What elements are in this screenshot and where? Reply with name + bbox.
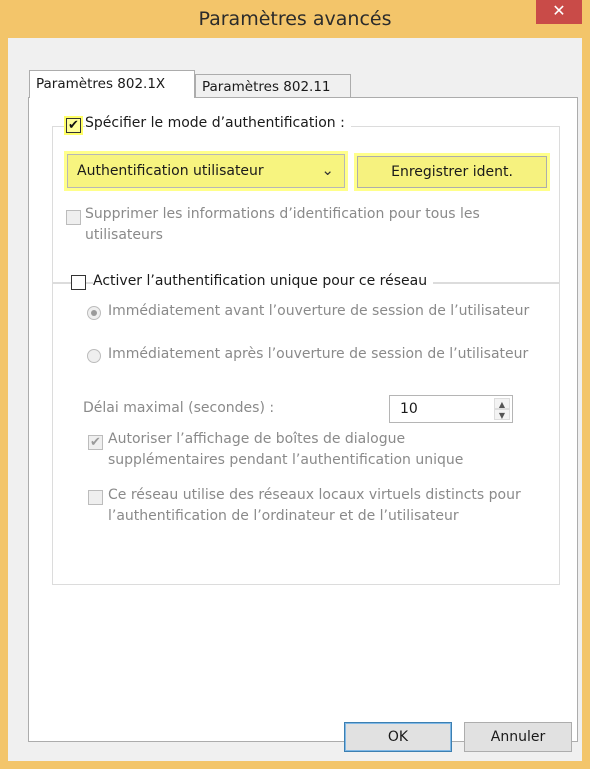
radio-before-logon-label: Immédiatement avant l’ouverture de sessi… (108, 303, 530, 319)
title-bar[interactable]: Paramètres avancés ✕ (0, 0, 590, 38)
close-button[interactable]: ✕ (536, 0, 582, 24)
specify-mode-label: Spécifier le mode d’authentification : (85, 115, 351, 131)
spin-up-icon[interactable]: ▲ (494, 398, 510, 409)
enable-sso-label: Activer l’authentification unique pour c… (93, 273, 434, 289)
window-title: Paramètres avancés (198, 8, 392, 30)
tab-802-1x-settings[interactable]: Paramètres 802.1X (29, 70, 195, 98)
auth-mode-select-value: Authentification utilisateur (77, 163, 264, 179)
delete-credentials-label-line1: Supprimer les informations d’identificat… (85, 206, 480, 222)
max-delay-label: Délai maximal (secondes) : (83, 400, 275, 416)
delete-credentials-checkbox[interactable] (66, 210, 81, 225)
allow-dialogs-label-line1: Autoriser l’affichage de boîtes de dialo… (108, 431, 406, 447)
cancel-button[interactable]: Annuler (464, 722, 572, 752)
vlan-label-line2: l’authentification de l’ordinateur et de… (108, 508, 459, 524)
ok-button[interactable]: OK (344, 722, 452, 752)
spin-down-icon[interactable]: ▼ (494, 409, 510, 420)
tab-802-11-settings[interactable]: Paramètres 802.11 (195, 74, 351, 98)
max-delay-spinbox[interactable]: 10 ▲ ▼ (389, 395, 513, 423)
enable-sso-checkbox[interactable] (71, 275, 86, 290)
dialog-window: Paramètres avancés ✕ Paramètres 802.1X P… (0, 0, 590, 769)
close-icon: ✕ (552, 1, 566, 20)
vlan-label-line1: Ce réseau utilise des réseaux locaux vir… (108, 487, 521, 503)
vlan-checkbox[interactable] (88, 490, 103, 505)
allow-dialogs-checkbox[interactable]: ✔ (88, 435, 103, 450)
max-delay-value: 10 (400, 401, 418, 417)
auth-mode-group (52, 126, 560, 284)
checkmark-icon: ✔ (90, 435, 101, 450)
checkmark-icon: ✔ (68, 118, 79, 133)
spin-buttons: ▲ ▼ (494, 398, 510, 420)
auth-mode-select[interactable]: Authentification utilisateur ⌄ (67, 154, 345, 188)
chevron-down-icon: ⌄ (321, 161, 334, 179)
allow-dialogs-label-line2: supplémentaires pendant l’authentificati… (108, 452, 464, 468)
radio-after-logon-label: Immédiatement après l’ouverture de sessi… (108, 346, 529, 362)
save-credentials-button[interactable]: Enregistrer ident. (357, 156, 547, 188)
radio-before-logon[interactable] (87, 306, 101, 320)
radio-selected-dot (91, 310, 97, 316)
delete-credentials-label-line2: utilisateurs (85, 227, 163, 243)
radio-after-logon[interactable] (87, 349, 101, 363)
specify-mode-checkbox[interactable]: ✔ (64, 116, 83, 135)
dialog-client-area: Paramètres 802.1X Paramètres 802.11 ✔ Sp… (8, 38, 582, 761)
